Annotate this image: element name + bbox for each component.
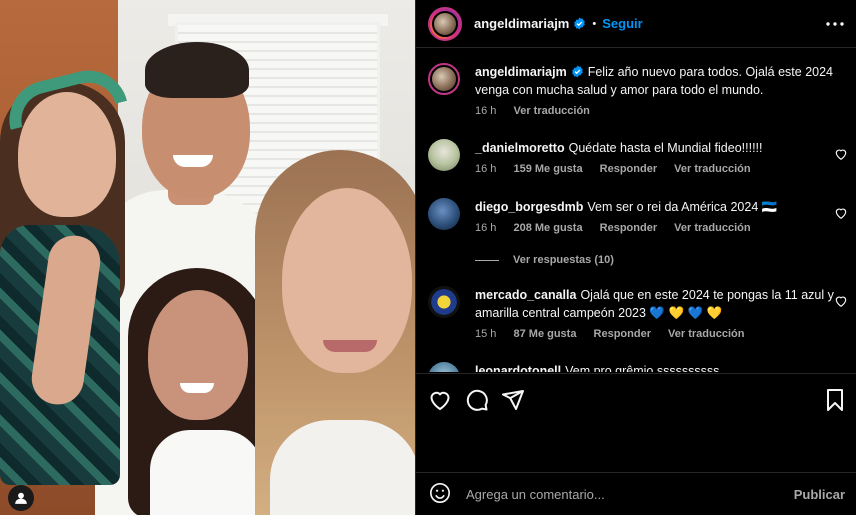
post-photo[interactable] xyxy=(0,0,415,515)
caption-translate-link[interactable]: Ver traducción xyxy=(513,105,589,117)
tagged-users-button[interactable] xyxy=(8,485,34,511)
translate-link[interactable]: Ver traducción xyxy=(668,328,744,340)
comment-icon xyxy=(466,389,488,411)
commenter-avatar[interactable] xyxy=(428,139,460,171)
commenter-avatar[interactable] xyxy=(428,286,460,318)
comment-username[interactable]: mercado_canalla xyxy=(475,288,576,302)
caption-time: 16 h xyxy=(475,105,497,117)
comment-button[interactable] xyxy=(465,388,489,412)
caption-username[interactable]: angeldimariajm xyxy=(475,65,567,79)
comment-likes[interactable]: 87 Me gusta xyxy=(513,328,576,340)
photo-girl-center-smile xyxy=(180,383,214,393)
comment-text: Quédate hasta el Mundial fideo!!!!!! xyxy=(568,141,763,155)
comment-like-heart-icon[interactable] xyxy=(834,206,848,220)
more-options-button[interactable] xyxy=(825,14,845,34)
post-sidebar: angeldimariajm • Seguir angeldimariajm Fe… xyxy=(415,0,856,515)
comment-input[interactable] xyxy=(466,486,794,502)
reply-button[interactable]: Responder xyxy=(594,328,651,340)
emoji-icon xyxy=(430,483,450,503)
author-avatar[interactable] xyxy=(428,6,462,41)
commenter-avatar[interactable] xyxy=(428,362,460,372)
follow-button[interactable]: Seguir xyxy=(602,16,642,31)
author-username[interactable]: angeldimariajm xyxy=(474,16,569,31)
comment-meta: 16 h 159 Me gusta Responder Ver traducci… xyxy=(475,163,765,175)
caption-avatar[interactable] xyxy=(428,63,460,95)
comment-likes[interactable]: 159 Me gusta xyxy=(513,163,582,175)
bookmark-icon xyxy=(827,389,843,411)
photo-woman-top xyxy=(270,420,415,515)
comment-username[interactable]: diego_borgesdmb xyxy=(475,200,583,214)
comment-username[interactable]: _danielmoretto xyxy=(475,141,565,155)
comment-meta: 15 h 87 Me gusta Responder Ver traducció… xyxy=(475,328,758,340)
translate-link[interactable]: Ver traducción xyxy=(674,222,750,234)
post-action-bar xyxy=(416,373,856,423)
commenter-avatar[interactable] xyxy=(428,198,460,230)
comment-likes[interactable]: 208 Me gusta xyxy=(513,222,582,234)
replies-divider-line xyxy=(475,259,499,261)
more-horizontal-icon xyxy=(826,22,844,26)
comment-text: Vem ser o rei da América 2024 🇪🇪 xyxy=(587,200,778,214)
post-comment-button[interactable]: Publicar xyxy=(794,487,845,502)
translate-link[interactable]: Ver traducción xyxy=(674,163,750,175)
like-button[interactable] xyxy=(428,388,452,412)
comment-body: mercado_canalla Ojalá que en este 2024 te… xyxy=(475,286,835,322)
comment-body: _danielmoretto Quédate hasta el Mundial f… xyxy=(475,139,835,157)
share-icon xyxy=(502,390,524,410)
view-replies-label: Ver respuestas (10) xyxy=(513,254,614,266)
verified-badge-icon xyxy=(571,65,583,78)
header-separator: • xyxy=(592,17,597,30)
photo-girl-center-face xyxy=(148,290,248,420)
verified-badge-icon xyxy=(574,17,586,30)
view-replies-button[interactable]: Ver respuestas (10) xyxy=(475,254,614,266)
photo-man-smile xyxy=(173,155,213,167)
comment-text: Vem pro grêmio ssssssssss xyxy=(565,364,720,372)
comment-body: diego_borgesdmb Vem ser o rei da América … xyxy=(475,198,835,216)
caption-meta: 16 h Ver traducción xyxy=(475,105,604,117)
comment-time: 16 h xyxy=(475,163,497,175)
caption-body: angeldimariajm Feliz año nuevo para todos… xyxy=(475,63,835,99)
comment-like-heart-icon[interactable] xyxy=(834,147,848,161)
save-button[interactable] xyxy=(823,388,847,412)
post-header: angeldimariajm • Seguir xyxy=(416,0,856,48)
comment-time: 16 h xyxy=(475,222,497,234)
user-icon xyxy=(15,492,27,504)
comment-body: leonardotonell Vem pro grêmio ssssssssss xyxy=(475,362,835,372)
comment-username[interactable]: leonardotonell xyxy=(475,364,561,372)
reply-button[interactable]: Responder xyxy=(600,163,657,175)
heart-icon xyxy=(430,391,450,411)
emoji-button[interactable] xyxy=(428,482,452,506)
reply-button[interactable]: Responder xyxy=(600,222,657,234)
photo-man-hair xyxy=(145,42,249,98)
comment-time: 15 h xyxy=(475,328,497,340)
comment-like-heart-icon[interactable] xyxy=(834,294,848,308)
photo-woman-lips xyxy=(323,340,377,352)
comments-list[interactable]: angeldimariajm Feliz año nuevo para todos… xyxy=(416,49,856,372)
photo-girl-center-shirt xyxy=(150,430,262,515)
share-button[interactable] xyxy=(501,388,525,412)
comment-meta: 16 h 208 Me gusta Responder Ver traducci… xyxy=(475,222,765,234)
add-comment-bar: Publicar xyxy=(416,472,856,515)
